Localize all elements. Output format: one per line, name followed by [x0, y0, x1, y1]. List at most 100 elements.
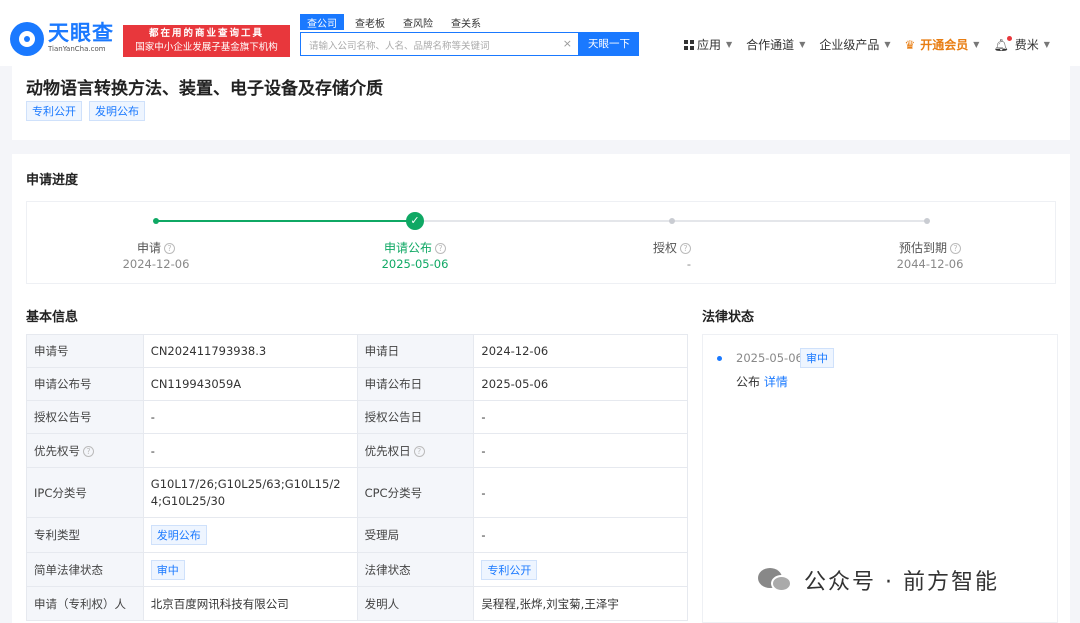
chevron-down-icon: ▼: [1043, 40, 1050, 49]
tab-risk[interactable]: 查风险: [396, 14, 440, 30]
nav-apps-label: 应用: [697, 38, 722, 52]
progress-title: 申请进度: [26, 173, 79, 188]
field-value: -: [473, 400, 688, 434]
field-label: IPC分类号: [26, 467, 144, 518]
chevron-down-icon: ▼: [884, 40, 891, 49]
field-label: 申请公布号: [26, 367, 144, 401]
apps-grid-icon: [684, 39, 694, 50]
legal-status-title: 法律状态: [702, 310, 755, 325]
bell-icon[interactable]: 🔔︎: [993, 35, 1012, 52]
field-value: 发明公布: [142, 517, 358, 553]
inventors-value: 吴程程,张烨,刘宝菊,王泽宇: [473, 586, 688, 621]
tab-company[interactable]: 查公司: [300, 14, 344, 30]
legal-status-tag: 审中: [800, 348, 834, 368]
search-tabs: 查公司 查老板 查风险 查关系: [300, 14, 639, 30]
field-value: -: [473, 433, 688, 468]
slogan-line1: 都在用的商业查询工具: [148, 28, 264, 39]
field-label: 授权公告日: [356, 400, 475, 434]
nav-vip-label: 开通会员: [920, 38, 969, 52]
search-placeholder: 请输入公司名称、人名、品牌名称等关键词: [309, 41, 490, 52]
field-label: 申请（专利权）人: [26, 586, 144, 621]
step-date: 2024-12-06: [122, 257, 190, 271]
legal-event: 公布 详情: [736, 373, 788, 390]
help-icon[interactable]: ?: [164, 243, 175, 254]
nav-enterprise-label: 企业级产品: [819, 38, 880, 52]
applicant-link[interactable]: 北京百度网讯科技有限公司: [142, 586, 358, 621]
tab-boss[interactable]: 查老板: [348, 14, 392, 30]
field-label: 法律状态: [356, 552, 475, 587]
field-label: 授权公告号: [26, 400, 144, 434]
top-navbar: 天眼查 TianYanCha.com 都在用的商业查询工具 国家中小企业发展子基…: [0, 0, 1080, 66]
field-label: 专利类型: [26, 517, 144, 553]
basic-info-title: 基本信息: [26, 310, 79, 325]
step-date: 2044-12-06: [896, 257, 964, 271]
nav-enterprise[interactable]: 企业级产品 ▼: [819, 36, 890, 53]
step-label: 申请?: [96, 239, 216, 256]
help-icon[interactable]: ?: [950, 243, 961, 254]
step-pending-dot-icon: [924, 218, 930, 224]
wechat-icon: [758, 566, 794, 594]
logo-eye-icon: [10, 22, 44, 56]
step-done-dot-icon: [153, 218, 159, 224]
legal-date: 2025-05-06: [736, 351, 803, 365]
field-label: 优先权日?: [356, 433, 475, 468]
step-pending-dot-icon: [669, 218, 675, 224]
field-value: CN202411793938.3: [142, 334, 358, 368]
patent-detail-card: 申请进度 ✓ 申请? 2024-12-06 申请公布? 2025-05-06 授…: [12, 154, 1070, 623]
help-icon[interactable]: ?: [680, 243, 691, 254]
user-name: 费米: [1014, 38, 1039, 52]
field-value: 专利公开: [473, 552, 688, 587]
search-area: 查公司 查老板 查风险 查关系 请输入公司名称、人名、品牌名称等关键词 × 天眼…: [300, 14, 639, 56]
field-label: 申请日: [356, 334, 475, 368]
step-check-icon: ✓: [406, 212, 424, 230]
nav-vip[interactable]: ♛ 开通会员 ▼: [905, 36, 980, 53]
clear-icon[interactable]: ×: [563, 37, 572, 50]
logo[interactable]: 天眼查 TianYanCha.com: [10, 22, 114, 56]
crown-icon: ♛: [904, 37, 916, 52]
table-row: 申请号 CN202411793938.3 申请日 2024-12-06: [26, 334, 688, 368]
table-row: 专利类型 发明公布 受理局 -: [26, 517, 688, 553]
nav-user[interactable]: 🔔︎ 费米 ▼: [993, 35, 1050, 53]
step-date: -: [686, 257, 692, 271]
table-row: IPC分类号 G10L17/26;G10L25/63;G10L15/24;G10…: [26, 467, 688, 518]
chevron-down-icon: ▼: [799, 40, 806, 49]
detail-link[interactable]: 详情: [764, 375, 788, 389]
slogan-banner: 都在用的商业查询工具 国家中小企业发展子基金旗下机构: [123, 25, 290, 57]
help-icon[interactable]: ?: [435, 243, 446, 254]
help-icon[interactable]: ?: [83, 445, 94, 457]
search-input[interactable]: 请输入公司名称、人名、品牌名称等关键词 ×: [300, 32, 579, 56]
field-label: 简单法律状态: [26, 552, 144, 587]
main-nav: 应用 ▼ 合作通道 ▼ 企业级产品 ▼ ♛ 开通会员 ▼ 🔔︎ 费米 ▼: [684, 35, 1064, 53]
logo-text: 天眼查: [48, 21, 114, 45]
slogan-line2: 国家中小企业发展子基金旗下机构: [135, 42, 278, 53]
table-row: 授权公告号 - 授权公告日 -: [26, 400, 688, 434]
field-value: CN119943059A: [142, 367, 358, 401]
legal-event-label: 公布: [736, 375, 761, 389]
field-value: 审中: [142, 552, 358, 587]
basic-info-table: 申请号 CN202411793938.3 申请日 2024-12-06 申请公布…: [26, 334, 688, 621]
tag-patent-public: 专利公开: [26, 101, 82, 121]
field-value: G10L17/26;G10L25/63;G10L15/24;G10L25/30: [142, 467, 358, 518]
nav-partner[interactable]: 合作通道 ▼: [746, 36, 805, 53]
table-row: 申请（专利权）人 北京百度网讯科技有限公司 发明人 吴程程,张烨,刘宝菊,王泽宇: [26, 586, 688, 621]
tab-relation[interactable]: 查关系: [444, 14, 488, 30]
timeline-dot-icon: [717, 356, 722, 361]
search-button[interactable]: 天眼一下: [579, 32, 639, 56]
table-row: 优先权号? - 优先权日? -: [26, 433, 688, 468]
watermark-text: 公众号 · 前方智能: [804, 570, 999, 595]
chevron-down-icon: ▼: [726, 40, 733, 49]
field-value: -: [142, 433, 358, 468]
nav-apps[interactable]: 应用 ▼: [684, 36, 732, 53]
chevron-down-icon: ▼: [973, 40, 980, 49]
field-value: 2024-12-06: [473, 334, 688, 368]
application-progress: ✓ 申请? 2024-12-06 申请公布? 2025-05-06 授权? - …: [26, 201, 1056, 284]
step-label: 预估到期?: [870, 239, 990, 256]
field-value: 2025-05-06: [473, 367, 688, 401]
legal-status-tag: 专利公开: [481, 559, 538, 580]
patent-type-tag: 发明公布: [150, 525, 207, 545]
help-icon[interactable]: ?: [413, 445, 425, 457]
field-value: -: [142, 400, 358, 434]
field-label: CPC分类号: [356, 467, 475, 518]
logo-subtext: TianYanCha.com: [48, 45, 106, 53]
simple-legal-status-tag: 审中: [150, 559, 185, 580]
